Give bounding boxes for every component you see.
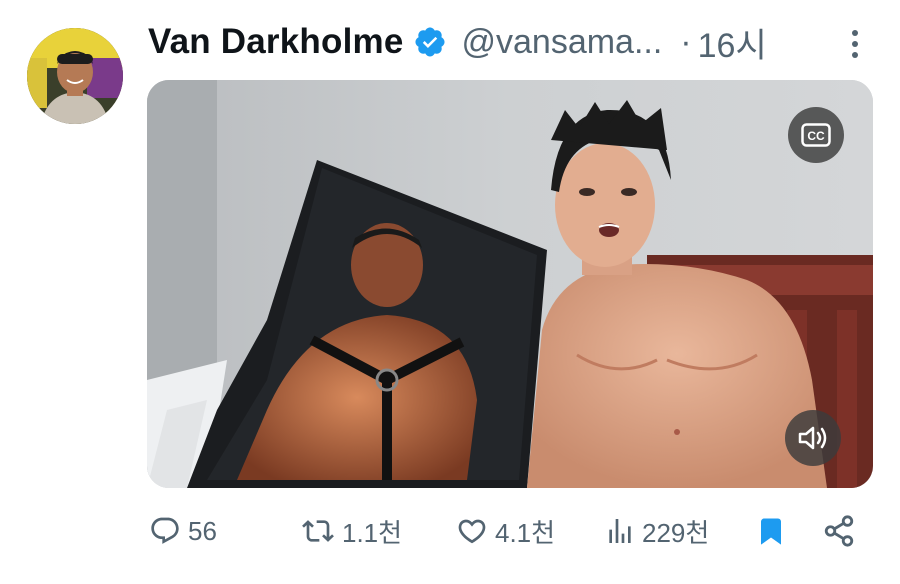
- reply-button[interactable]: 56: [148, 508, 217, 554]
- bookmark-button[interactable]: [756, 508, 792, 554]
- author-handle[interactable]: @vansama...: [461, 23, 662, 62]
- retweet-icon: [302, 520, 334, 542]
- captions-label: CC: [807, 129, 825, 143]
- author-display-name[interactable]: Van Darkholme: [148, 22, 403, 62]
- captions-button[interactable]: CC: [788, 107, 844, 163]
- tweet-header: Van Darkholme @vansama... · 16시: [148, 18, 878, 66]
- reply-icon: [151, 517, 179, 544]
- verified-badge-icon: [413, 25, 447, 59]
- tweet-actions-bar: 56 1.1천 4.1천 229천: [148, 508, 868, 554]
- volume-button[interactable]: [785, 410, 841, 466]
- view-count: 229천: [642, 517, 710, 548]
- like-count: 4.1천: [495, 517, 556, 548]
- avatar-photo: [27, 28, 123, 124]
- video-frame: [147, 80, 873, 488]
- cc-icon: CC: [801, 123, 831, 147]
- more-vertical-icon[interactable]: [845, 28, 865, 60]
- share-button[interactable]: [822, 508, 862, 554]
- tweet-timestamp[interactable]: 16시: [698, 18, 767, 67]
- bar-chart-icon: [609, 519, 631, 543]
- video-player[interactable]: CC: [147, 80, 873, 488]
- separator-dot: ·: [680, 22, 692, 61]
- bookmark-filled-icon: [761, 518, 781, 545]
- retweet-button[interactable]: 1.1천: [300, 508, 402, 554]
- retweet-count: 1.1천: [342, 517, 403, 548]
- author-avatar[interactable]: [27, 28, 123, 124]
- tweet-card[interactable]: Van Darkholme @vansama... · 16시 CC 56 1.…: [0, 0, 900, 584]
- share-icon: [824, 515, 854, 547]
- views-button[interactable]: 229천: [604, 508, 709, 554]
- speaker-icon: [798, 426, 827, 450]
- reply-count: 56: [188, 515, 217, 546]
- heart-icon: [458, 519, 486, 544]
- like-button[interactable]: 4.1천: [455, 508, 555, 554]
